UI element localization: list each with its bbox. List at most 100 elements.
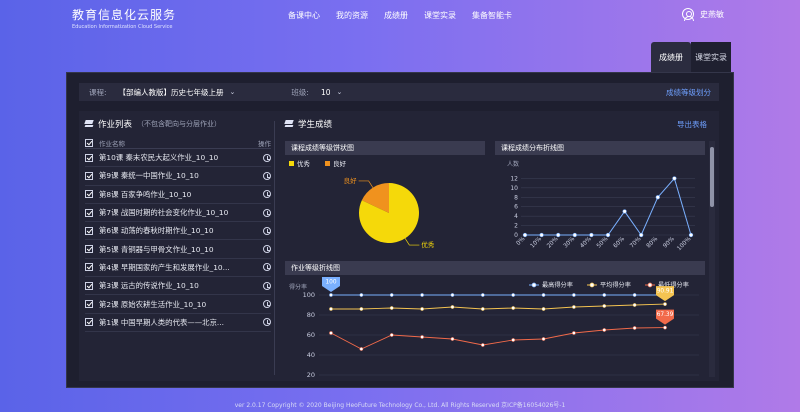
data-point <box>450 305 455 309</box>
homework-row[interactable]: 第2课 原始农耕生活作业_10_10 <box>85 295 271 314</box>
user-menu[interactable]: 史燕敏 <box>682 8 724 21</box>
homework-name: 第10课 秦末农民大起义作业_10_10 <box>99 153 219 163</box>
homework-row[interactable]: 第4课 早期国家的产生和发展作业_10... <box>85 259 271 278</box>
data-point <box>672 176 677 181</box>
nav-gradebook[interactable]: 成绩册 <box>384 10 408 21</box>
data-point <box>329 331 333 335</box>
homework-checkbox[interactable] <box>85 153 93 162</box>
clock-icon[interactable] <box>263 318 271 327</box>
chevron-down-icon[interactable]: ⌄ <box>230 88 236 96</box>
pie-chart: 优秀 良好良好优秀 <box>289 159 435 249</box>
logo-subtitle: Education Informatization Cloud Service <box>72 24 173 30</box>
data-point <box>622 209 627 214</box>
data-point <box>511 293 516 297</box>
legend-marker <box>531 282 537 288</box>
data-point <box>541 337 546 341</box>
data-point <box>572 232 577 238</box>
y-tick-label: 20 <box>307 371 315 377</box>
data-point <box>541 293 546 297</box>
tab-class-records[interactable]: 课堂实录 <box>691 42 731 72</box>
series-line <box>330 327 666 350</box>
data-point <box>589 232 594 238</box>
data-point <box>572 293 576 297</box>
homework-checkbox[interactable] <box>85 171 93 180</box>
logo[interactable]: 教育信息化云服务 Education Informatization Cloud… <box>72 6 176 30</box>
data-point <box>450 337 455 341</box>
data-point <box>420 293 424 297</box>
nav-smart-card[interactable]: 集备智能卡 <box>472 10 512 21</box>
homework-checkbox[interactable] <box>85 300 93 309</box>
homework-header: 作业列表 （不包含靶向与分层作业） <box>85 115 271 133</box>
homework-title: 作业列表 <box>98 120 133 130</box>
grade-levels-link[interactable]: 成绩等级划分 <box>666 87 711 98</box>
y-tick-label: 40 <box>307 351 315 359</box>
y-tick-label: 60 <box>307 331 315 339</box>
clock-icon[interactable] <box>263 226 271 235</box>
clock-icon[interactable] <box>263 171 271 180</box>
top-header: 教育信息化云服务 Education Informatization Cloud… <box>0 0 800 36</box>
clock-icon[interactable] <box>263 300 271 309</box>
value-badge-label: 67.39 <box>657 312 674 318</box>
pane-divider <box>274 121 275 375</box>
legend-marker <box>647 282 653 288</box>
nav-lesson-prep[interactable]: 备课中心 <box>288 10 320 21</box>
clock-icon[interactable] <box>263 190 271 199</box>
scrollbar-thumb[interactable] <box>710 147 714 207</box>
pie-label: 良好 <box>344 176 358 185</box>
legend-label: 最高得分率 <box>542 281 573 289</box>
data-point <box>663 302 667 306</box>
homework-row[interactable]: 第9课 秦统一中国作业_10_10 <box>85 167 271 186</box>
results-title: 学生成绩 <box>298 120 333 130</box>
user-avatar-icon <box>682 8 694 21</box>
homework-checkbox[interactable] <box>85 208 93 217</box>
chevron-down-icon[interactable]: ⌄ <box>336 88 342 96</box>
clock-icon[interactable] <box>263 263 271 272</box>
homework-checkbox[interactable] <box>85 281 93 290</box>
value-badge-label: 100 <box>325 280 336 286</box>
data-point <box>602 328 607 332</box>
select-all-checkbox[interactable] <box>85 138 93 147</box>
clock-icon[interactable] <box>263 208 271 217</box>
filter-bar: 课程: 【部编人教版】历史七年级上册 ⌄ 班级: 10 ⌄ 成绩等级划分 <box>79 83 719 101</box>
homework-row[interactable]: 第10课 秦末农民大起义作业_10_10 <box>85 149 271 168</box>
clock-icon[interactable] <box>263 245 271 254</box>
homework-row[interactable]: 第7课 战国时期的社会变化作业_10_10 <box>85 204 271 223</box>
x-tick-label: 70% <box>629 236 643 250</box>
homework-checkbox[interactable] <box>85 318 93 327</box>
col-name: 作业名称 <box>99 139 125 148</box>
y-tick-label: 10 <box>510 185 518 192</box>
homework-row[interactable]: 第1课 中国早期人类的代表——北京... <box>85 314 271 332</box>
y-tick-label: 80 <box>307 311 315 319</box>
homework-name: 第7课 战国时期的社会变化作业_10_10 <box>99 208 229 218</box>
homework-pane: 作业列表 （不包含靶向与分层作业） 作业名称 操作 第10课 秦末农民大起义作业… <box>85 115 271 377</box>
homework-checkbox[interactable] <box>85 245 93 254</box>
y-axis-label: 人数 <box>507 160 519 168</box>
user-name: 史燕敏 <box>700 9 724 19</box>
course-select[interactable]: 【部编人教版】历史七年级上册 <box>119 87 224 98</box>
data-point <box>541 307 546 311</box>
export-table-button[interactable]: 导出表格 <box>677 119 707 130</box>
clock-icon[interactable] <box>263 281 271 290</box>
homework-name: 第2课 原始农耕生活作业_10_10 <box>99 299 207 309</box>
homework-checkbox[interactable] <box>85 263 93 272</box>
legend-label: 平均得分率 <box>600 281 631 289</box>
homework-row[interactable]: 第3课 远古的传说作业_10_10 <box>85 277 271 296</box>
data-point <box>605 232 611 238</box>
pie-chart-title: 课程成绩等级饼状图 <box>285 141 485 155</box>
x-tick-label: 50% <box>596 236 610 250</box>
legend-label: 良好 <box>333 159 347 168</box>
data-point <box>359 307 364 311</box>
clock-icon[interactable] <box>263 153 271 162</box>
homework-checkbox[interactable] <box>85 226 93 235</box>
class-select[interactable]: 10 <box>321 88 331 97</box>
homework-row[interactable]: 第8课 百家争鸣作业_10_10 <box>85 186 271 204</box>
results-scrollbar[interactable] <box>709 141 715 377</box>
tab-gradebook[interactable]: 成绩册 <box>651 42 691 72</box>
legend-swatch <box>325 161 330 166</box>
y-tick-label: 6 <box>514 204 518 211</box>
homework-checkbox[interactable] <box>85 190 93 199</box>
homework-row[interactable]: 第5课 青铜器与甲骨文作业_10_10 <box>85 240 271 259</box>
nav-my-resources[interactable]: 我的资源 <box>336 10 368 21</box>
homework-row[interactable]: 第6课 动荡的春秋时期作业_10_10 <box>85 222 271 241</box>
nav-class-records[interactable]: 课堂实录 <box>424 10 456 21</box>
